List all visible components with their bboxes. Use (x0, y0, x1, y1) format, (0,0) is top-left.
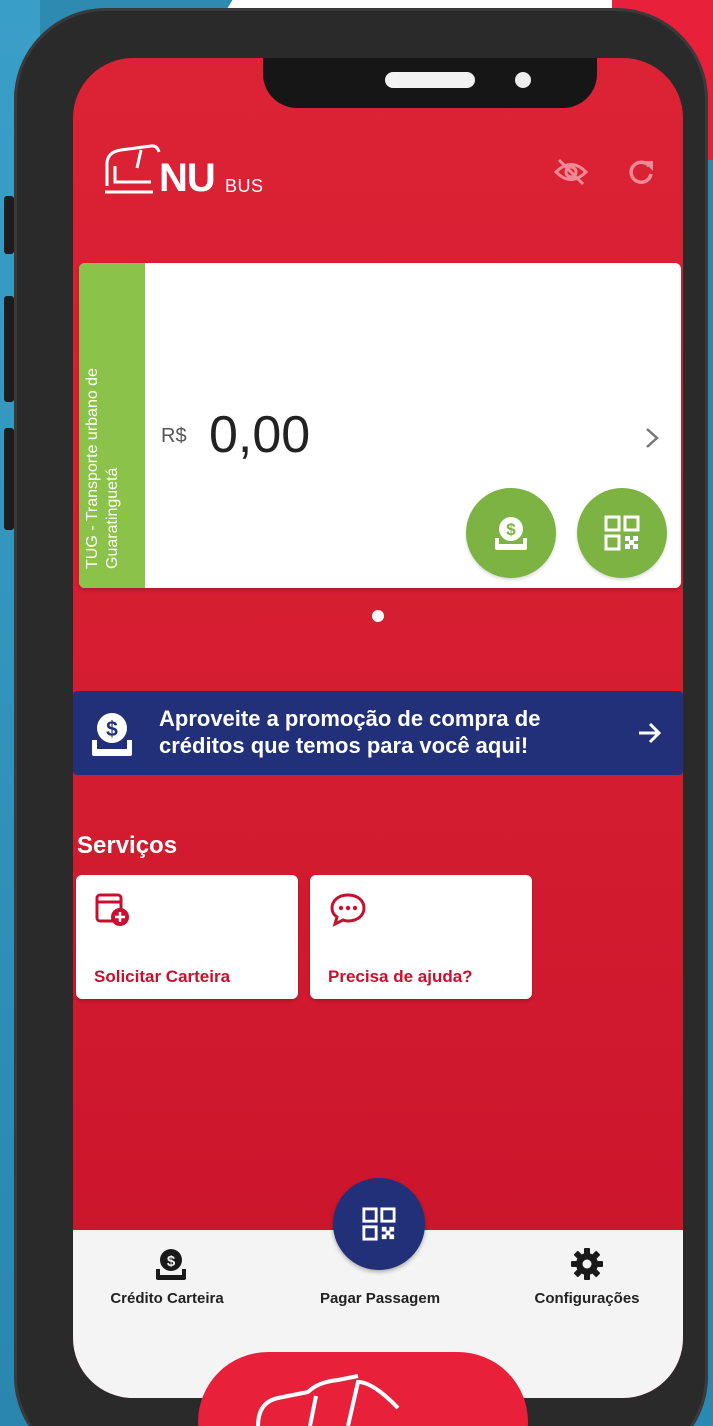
money-deposit-icon: $ (92, 713, 132, 756)
add-credit-button[interactable]: $ (466, 488, 556, 578)
camera (515, 72, 531, 88)
pay-ticket-fab[interactable] (333, 1178, 425, 1270)
chat-help-icon (330, 893, 366, 927)
logo-nu-text: NU (159, 156, 216, 200)
help-label: Precisa de ajuda? (328, 967, 473, 986)
gear-icon (571, 1248, 603, 1280)
qr-code-icon (604, 515, 640, 551)
app-logo: NU BUS (101, 142, 281, 202)
promo-banner[interactable]: $ Aproveite a promoção de compra de créd… (73, 691, 683, 775)
promo-text: Aproveite a promoção de compra de crédit… (159, 706, 541, 758)
speaker (385, 72, 475, 88)
refresh-button[interactable] (621, 152, 661, 192)
phone-side-button (4, 428, 14, 530)
phone-side-button (4, 196, 14, 254)
request-wallet-card[interactable]: Solicitar Carteira (76, 875, 298, 999)
balance-card[interactable]: TUG - Transporte urbano de Guaratinguetá… (79, 263, 681, 588)
logo-bus-text: BUS (225, 176, 264, 196)
qr-pay-button[interactable] (577, 488, 667, 578)
help-card[interactable]: Precisa de ajuda? (310, 875, 532, 999)
svg-text:$: $ (106, 718, 118, 741)
arrow-right-icon (639, 722, 662, 744)
nav-pay-label: Pagar Passagem (319, 1290, 441, 1307)
svg-text:$: $ (506, 520, 516, 539)
wallet-add-icon (95, 893, 129, 926)
request-wallet-label: Solicitar Carteira (94, 967, 231, 986)
phone-notch (263, 58, 597, 108)
app-screen: NU BUS TUG - Transporte urbano de Guarat… (73, 58, 683, 1398)
svg-text:$: $ (167, 1253, 176, 1270)
hide-balance-button[interactable] (551, 152, 591, 192)
bottom-logo-badge (198, 1352, 528, 1426)
carousel-indicator (372, 610, 384, 622)
balance-amount: 0,00 (209, 406, 311, 464)
money-deposit-icon: $ (156, 1249, 186, 1280)
qr-code-icon (362, 1207, 396, 1241)
services-title: Serviços (77, 832, 178, 859)
currency-label: R$ (161, 425, 187, 447)
phone-frame: NU BUS TUG - Transporte urbano de Guarat… (14, 8, 708, 1426)
refresh-icon (629, 160, 653, 184)
nav-credit-label: Crédito Carteira (110, 1290, 224, 1307)
phone-side-button (4, 296, 14, 402)
eye-off-icon (553, 158, 589, 186)
operator-strip: TUG - Transporte urbano de Guaratinguetá (79, 263, 145, 588)
money-deposit-icon: $ (495, 517, 527, 550)
chevron-right-icon[interactable] (639, 423, 665, 453)
bus-logo-icon (256, 1374, 400, 1426)
nav-settings-label: Configurações (534, 1290, 640, 1307)
